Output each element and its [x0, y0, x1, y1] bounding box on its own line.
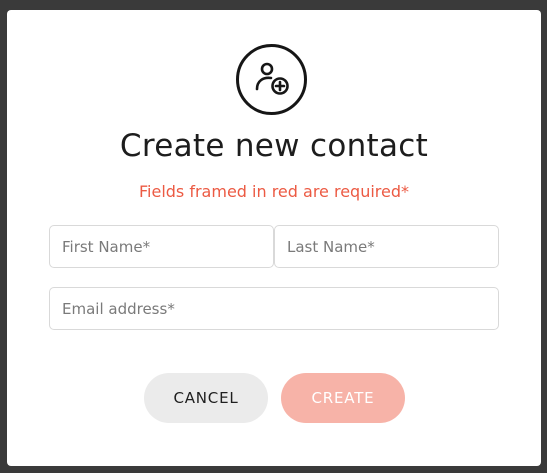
- cancel-button[interactable]: CANCEL: [144, 373, 268, 423]
- last-name-input[interactable]: [274, 225, 499, 268]
- add-user-icon: [236, 44, 307, 115]
- first-name-input[interactable]: [49, 225, 274, 268]
- create-contact-dialog: Create new contact Fields framed in red …: [7, 10, 541, 466]
- dialog-title: Create new contact: [119, 128, 429, 164]
- email-input[interactable]: [49, 287, 499, 330]
- required-fields-note: Fields framed in red are required*: [138, 182, 410, 201]
- create-button[interactable]: CREATE: [281, 373, 405, 423]
